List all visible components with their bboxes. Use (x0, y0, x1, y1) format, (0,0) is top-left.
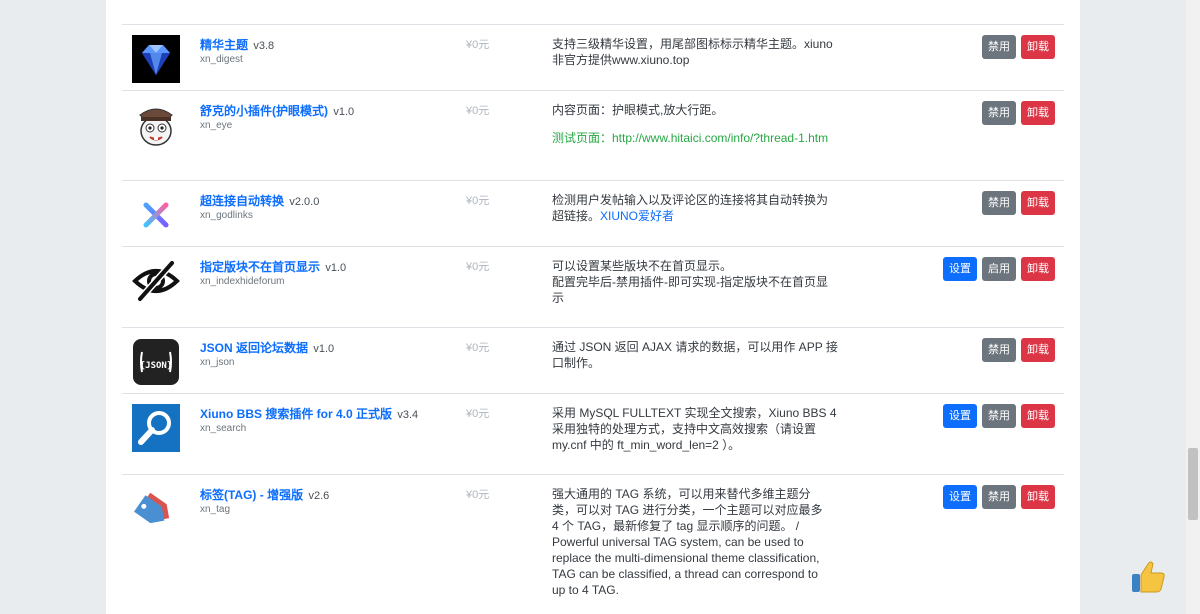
uninstall-button[interactable]: 卸载 (1021, 404, 1055, 428)
plugin-actions: 设置 禁用 卸载 (943, 485, 1055, 509)
plugin-price: ¥0元 (466, 342, 490, 354)
plugin-dir: xn_tag (200, 504, 231, 515)
plugin-name-cell: JSON 返回论坛数据 v1.0 xn_json (200, 339, 450, 368)
plugin-description: 支持三级精华设置，用尾部图标标示精华主题。xiuno非官方提供www.xiuno… (552, 36, 838, 68)
disable-button[interactable]: 禁用 (982, 35, 1016, 59)
plugin-name-cell: 指定版块不在首页显示 v1.0 xn_indexhideforum (200, 258, 450, 287)
plugin-version: v1.0 (313, 343, 335, 355)
disable-button[interactable]: 禁用 (982, 101, 1016, 125)
plugin-name-link[interactable]: 标签(TAG) - 增强版 (200, 488, 303, 502)
plugin-price: ¥0元 (466, 105, 490, 117)
plugin-name-cell: Xiuno BBS 搜索插件 for 4.0 正式版 v3.4 xn_searc… (200, 405, 450, 434)
plugin-description-text: 强大通用的 TAG 系统，可以用来替代多维主题分类，可以对 TAG 进行分类，一… (552, 487, 823, 597)
plugin-row-digest: 精华主题 v3.8 xn_digest ¥0元 支持三级精华设置，用尾部图标标示… (122, 24, 1064, 91)
plugin-description-text: 检测用户发帖输入以及评论区的连接将其自动转换为超链接。 (552, 193, 829, 223)
svg-text:{JSON}: {JSON} (140, 361, 173, 371)
settings-button[interactable]: 设置 (943, 404, 977, 428)
bunny-mascot-icon (132, 101, 180, 149)
scrollbar[interactable] (1186, 0, 1200, 614)
plugin-version: v2.6 (308, 490, 330, 502)
x-logo-icon (132, 191, 180, 239)
uninstall-button[interactable]: 卸载 (1021, 191, 1055, 215)
plugin-price: ¥0元 (466, 408, 490, 420)
hidden-eye-icon (132, 257, 180, 305)
plugin-version: v1.0 (333, 106, 355, 118)
test-page-link[interactable]: 测试页面：http://www.hitaici.com/info/?thread… (552, 130, 838, 146)
plugin-price: ¥0元 (466, 489, 490, 501)
search-magnifier-icon (132, 404, 180, 452)
plugin-dir: xn_search (200, 423, 247, 434)
plugin-price: ¥0元 (466, 39, 490, 51)
plugin-description: 可以设置某些版块不在首页显示。 配置完毕后-禁用插件-即可实现-指定版块不在首页… (552, 258, 838, 306)
plugin-version: v3.8 (253, 40, 275, 52)
plugin-description-text: 支持三级精华设置，用尾部图标标示精华主题。xiuno非官方提供www.xiuno… (552, 37, 833, 67)
plugin-row-tag: 标签(TAG) - 增强版 v2.6 xn_tag ¥0元 强大通用的 TAG … (122, 474, 1064, 614)
plugin-row-eye: 舒克的小插件(护眼模式) v1.0 xn_eye ¥0元 内容页面：护眼模式,放… (122, 90, 1064, 181)
plugin-list-card: 精华主题 v3.8 xn_digest ¥0元 支持三级精华设置，用尾部图标标示… (106, 0, 1080, 614)
plugin-description: 强大通用的 TAG 系统，可以用来替代多维主题分类，可以对 TAG 进行分类，一… (552, 486, 832, 598)
plugin-description: 采用 MySQL FULLTEXT 实现全文搜索，Xiuno BBS 4 采用独… (552, 405, 838, 453)
plugin-dir: xn_godlinks (200, 210, 253, 221)
plugin-price: ¥0元 (466, 261, 490, 273)
previous-row-tail (122, 0, 1064, 24)
plugin-row-search: Xiuno BBS 搜索插件 for 4.0 正式版 v3.4 xn_searc… (122, 393, 1064, 475)
plugin-price: ¥0元 (466, 195, 490, 207)
plugin-name-link[interactable]: Xiuno BBS 搜索插件 for 4.0 正式版 (200, 407, 392, 421)
plugin-name-link[interactable]: JSON 返回论坛数据 (200, 341, 308, 355)
uninstall-button[interactable]: 卸载 (1021, 257, 1055, 281)
plugin-actions: 禁用 卸载 (982, 101, 1055, 125)
plugin-description-text: 可以设置某些版块不在首页显示。 (552, 259, 733, 273)
plugin-dir: xn_json (200, 357, 235, 368)
plugin-actions: 设置 禁用 卸载 (943, 404, 1055, 428)
disable-button[interactable]: 禁用 (982, 485, 1016, 509)
json-icon: {JSON} (132, 338, 180, 386)
plugin-actions: 设置 启用 卸载 (943, 257, 1055, 281)
plugin-description-text: 采用 MySQL FULLTEXT 实现全文搜索，Xiuno BBS 4 采用独… (552, 406, 837, 452)
plugin-dir: xn_digest (200, 54, 243, 65)
plugin-row-json: {JSON} JSON 返回论坛数据 v1.0 xn_json ¥0元 通过 J… (122, 327, 1064, 394)
diamond-icon (132, 35, 180, 83)
thumbs-up-icon[interactable] (1128, 556, 1168, 596)
uninstall-button[interactable]: 卸载 (1021, 101, 1055, 125)
uninstall-button[interactable]: 卸载 (1021, 485, 1055, 509)
plugin-name-link[interactable]: 精华主题 (200, 38, 248, 52)
plugin-actions: 禁用 卸载 (982, 338, 1055, 362)
disable-button[interactable]: 禁用 (982, 338, 1016, 362)
author-link[interactable]: XIUNO爱好者 (600, 209, 674, 223)
plugin-dir: xn_indexhideforum (200, 276, 285, 287)
plugin-name-cell: 精华主题 v3.8 xn_digest (200, 36, 450, 65)
plugin-version: v3.4 (397, 409, 419, 421)
plugin-name-link[interactable]: 舒克的小插件(护眼模式) (200, 104, 328, 118)
disable-button[interactable]: 禁用 (982, 191, 1016, 215)
uninstall-button[interactable]: 卸载 (1021, 338, 1055, 362)
plugin-name-cell: 标签(TAG) - 增强版 v2.6 xn_tag (200, 486, 450, 515)
scrollbar-thumb[interactable] (1188, 448, 1198, 520)
plugin-description-text: 内容页面：护眼模式,放大行距。 (552, 103, 724, 117)
settings-button[interactable]: 设置 (943, 485, 977, 509)
uninstall-button[interactable]: 卸载 (1021, 35, 1055, 59)
plugin-row-indexhideforum: 指定版块不在首页显示 v1.0 xn_indexhideforum ¥0元 可以… (122, 246, 1064, 328)
plugin-description-text: 通过 JSON 返回 AJAX 请求的数据，可以用作 APP 接口制作。 (552, 340, 838, 370)
plugin-description: 通过 JSON 返回 AJAX 请求的数据，可以用作 APP 接口制作。 (552, 339, 838, 371)
plugin-actions: 禁用 卸载 (982, 35, 1055, 59)
plugin-name-cell: 超连接自动转换 v2.0.0 xn_godlinks (200, 192, 450, 221)
plugin-description-line2: 配置完毕后-禁用插件-即可实现-指定版块不在首页显示 (552, 275, 828, 305)
settings-button[interactable]: 设置 (943, 257, 977, 281)
tag-icon (132, 485, 180, 533)
disable-button[interactable]: 禁用 (982, 404, 1016, 428)
plugin-row-godlinks: 超连接自动转换 v2.0.0 xn_godlinks ¥0元 检测用户发帖输入以… (122, 180, 1064, 247)
plugin-name-link[interactable]: 指定版块不在首页显示 (200, 260, 320, 274)
plugin-description: 检测用户发帖输入以及评论区的连接将其自动转换为超链接。XIUNO爱好者 (552, 192, 838, 224)
plugin-name-cell: 舒克的小插件(护眼模式) v1.0 xn_eye (200, 102, 450, 131)
plugin-name-link[interactable]: 超连接自动转换 (200, 194, 284, 208)
plugin-version: v2.0.0 (289, 196, 320, 208)
plugin-version: v1.0 (325, 262, 347, 274)
plugin-dir: xn_eye (200, 120, 233, 131)
plugin-actions: 禁用 卸载 (982, 191, 1055, 215)
plugin-description: 内容页面：护眼模式,放大行距。 测试页面：http://www.hitaici.… (552, 102, 838, 146)
enable-button[interactable]: 启用 (982, 257, 1016, 281)
